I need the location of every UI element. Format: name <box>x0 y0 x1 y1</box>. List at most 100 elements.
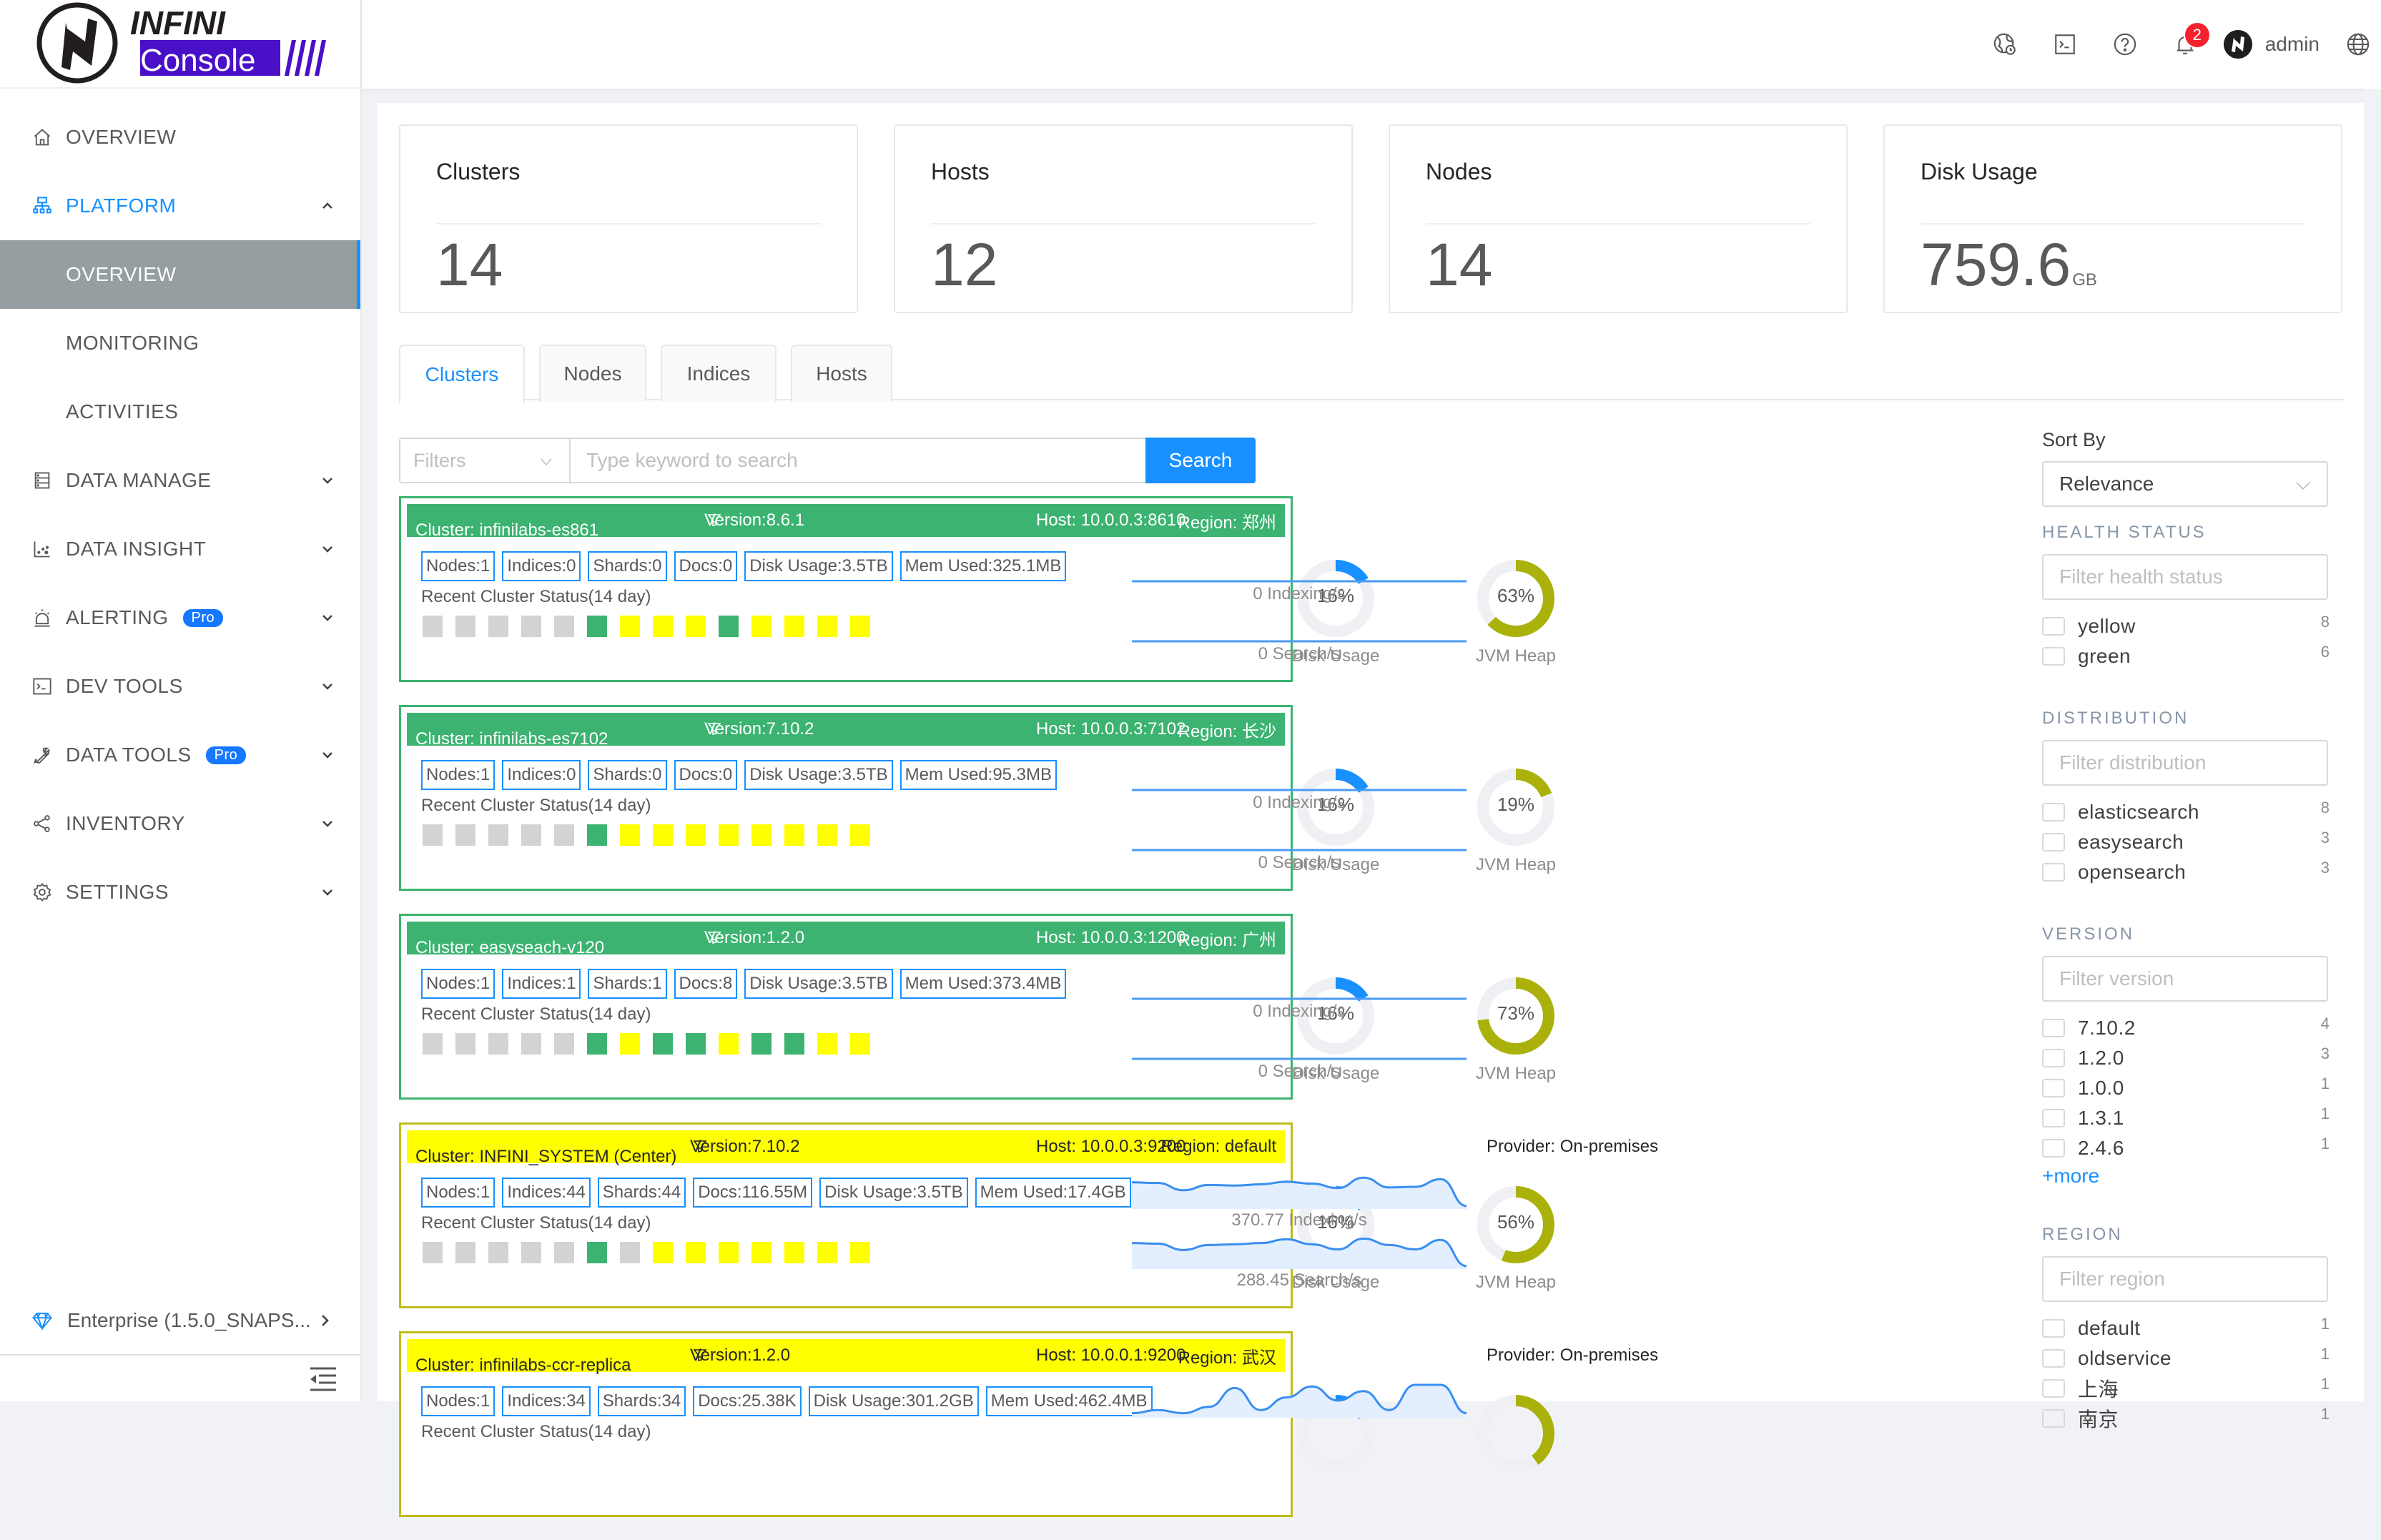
filter-option[interactable]: default 1 <box>2042 1313 2330 1343</box>
status-day-yellow[interactable] <box>751 1242 772 1263</box>
metric-tag[interactable]: Docs:25.38K <box>693 1386 802 1416</box>
status-day-yellow[interactable] <box>850 824 870 846</box>
checkbox[interactable] <box>2042 1079 2065 1097</box>
checkbox[interactable] <box>2042 1319 2065 1338</box>
app-logo[interactable]: INFINI Console <box>0 0 362 89</box>
cluster-card[interactable]: Cluster: easyseach-v120 Version:1.2.0 Ho… <box>399 914 1658 1100</box>
status-day-gray[interactable] <box>455 1242 475 1263</box>
collapse-sidebar-icon[interactable] <box>309 1367 337 1391</box>
checkbox[interactable] <box>2042 863 2065 882</box>
metric-tag[interactable]: Mem Used:325.1MB <box>899 551 1067 581</box>
status-day-yellow[interactable] <box>719 1242 739 1263</box>
status-day-yellow[interactable] <box>719 1033 739 1055</box>
sidebar-item-settings[interactable]: SETTINGS <box>0 858 360 927</box>
sidebar-item-data-manage[interactable]: DATA MANAGE <box>0 446 360 515</box>
help-button[interactable] <box>2095 23 2155 66</box>
status-day-yellow[interactable] <box>653 824 673 846</box>
metric-tag[interactable]: Mem Used:373.4MB <box>899 969 1067 999</box>
status-day-green[interactable] <box>587 824 607 846</box>
show-more-link[interactable]: +more <box>2042 1165 2330 1188</box>
metric-tag[interactable]: Shards:34 <box>597 1386 686 1416</box>
metric-tag[interactable]: Nodes:1 <box>421 760 496 790</box>
status-day-gray[interactable] <box>423 824 443 846</box>
cluster-card[interactable]: Cluster: infinilabs-es861 Version:8.6.1 … <box>399 496 1658 682</box>
metric-tag[interactable]: Docs:0 <box>674 551 738 581</box>
metric-tag[interactable]: Disk Usage:301.2GB <box>808 1386 979 1416</box>
status-day-yellow[interactable] <box>817 1033 837 1055</box>
language-button[interactable] <box>2335 23 2381 66</box>
metric-tag[interactable]: Indices:0 <box>502 760 581 790</box>
filter-option[interactable]: 上海 1 <box>2042 1373 2330 1403</box>
checkbox[interactable] <box>2042 1019 2065 1037</box>
status-day-gray[interactable] <box>521 1242 541 1263</box>
tab-indices[interactable]: Indices <box>661 345 777 402</box>
license-info[interactable]: Enterprise (1.5.0_SNAPS... <box>0 1287 360 1356</box>
status-day-yellow[interactable] <box>784 1242 804 1263</box>
cluster-card[interactable]: Cluster: infinilabs-es7102 Version:7.10.… <box>399 705 1658 891</box>
metric-tag[interactable]: Indices:0 <box>502 551 581 581</box>
status-day-gray[interactable] <box>620 1242 640 1263</box>
checkbox[interactable] <box>2042 1049 2065 1067</box>
metric-tag[interactable]: Shards:0 <box>588 760 667 790</box>
search-input[interactable] <box>569 438 1145 483</box>
sidebar-item-platform[interactable]: PLATFORM <box>0 172 360 240</box>
checkbox[interactable] <box>2042 1409 2065 1428</box>
status-day-yellow[interactable] <box>850 1242 870 1263</box>
metric-tag[interactable]: Nodes:1 <box>421 551 496 581</box>
checkbox[interactable] <box>2042 833 2065 852</box>
sidebar-item-monitoring[interactable]: MONITORING <box>0 309 360 377</box>
tab-nodes[interactable]: Nodes <box>539 345 646 402</box>
metric-tag[interactable]: Indices:1 <box>502 969 581 999</box>
filter-option[interactable]: yellow 8 <box>2042 611 2330 641</box>
status-day-gray[interactable] <box>554 1242 574 1263</box>
status-day-gray[interactable] <box>488 1242 508 1263</box>
status-day-yellow[interactable] <box>620 1033 640 1055</box>
metric-tag[interactable]: Indices:44 <box>502 1178 591 1208</box>
filter-option[interactable]: oldservice 1 <box>2042 1343 2330 1373</box>
sort-by-select[interactable]: Relevance <box>2042 461 2328 507</box>
filter-option[interactable]: 7.10.2 4 <box>2042 1013 2330 1043</box>
filter-option[interactable]: 1.3.1 1 <box>2042 1103 2330 1133</box>
filter-region-input[interactable] <box>2042 1256 2328 1302</box>
checkbox[interactable] <box>2042 1139 2065 1158</box>
filter-option[interactable]: opensearch 3 <box>2042 857 2330 887</box>
status-day-green[interactable] <box>587 1033 607 1055</box>
tab-hosts[interactable]: Hosts <box>791 345 892 402</box>
metric-tag[interactable]: Docs:8 <box>674 969 738 999</box>
metric-tag[interactable]: Shards:44 <box>597 1178 686 1208</box>
metric-tag[interactable]: Disk Usage:3.5TB <box>744 760 893 790</box>
metric-tag[interactable]: Mem Used:95.3MB <box>899 760 1058 790</box>
metric-tag[interactable]: Nodes:1 <box>421 1178 496 1208</box>
filter-version-input[interactable] <box>2042 956 2328 1002</box>
sidebar-item-activities[interactable]: ACTIVITIES <box>0 377 360 446</box>
metric-tag[interactable]: Nodes:1 <box>421 969 496 999</box>
status-day-gray[interactable] <box>521 616 541 637</box>
sidebar-item-platform-overview[interactable]: OVERVIEW <box>0 240 360 309</box>
metric-tag[interactable]: Disk Usage:3.5TB <box>744 969 893 999</box>
filter-option[interactable]: 1.2.0 3 <box>2042 1043 2330 1073</box>
status-day-yellow[interactable] <box>686 1242 706 1263</box>
status-day-gray[interactable] <box>521 824 541 846</box>
cluster-card[interactable]: Cluster: INFINI_SYSTEM (Center) Version:… <box>399 1122 1658 1308</box>
metric-tag[interactable]: Shards:1 <box>588 969 667 999</box>
status-day-gray[interactable] <box>554 1033 574 1055</box>
sidebar-item-alerting[interactable]: ALERTING Pro <box>0 583 360 652</box>
status-day-yellow[interactable] <box>653 1242 673 1263</box>
status-day-gray[interactable] <box>423 1242 443 1263</box>
status-day-yellow[interactable] <box>817 824 837 846</box>
filter-health-status-input[interactable] <box>2042 554 2328 600</box>
user-menu[interactable]: admin <box>2215 23 2335 66</box>
sidebar-item-inventory[interactable]: INVENTORY <box>0 789 360 858</box>
cluster-card[interactable]: Cluster: infinilabs-ccr-replica Version:… <box>399 1331 1658 1517</box>
status-day-gray[interactable] <box>455 616 475 637</box>
filter-option[interactable]: 南京 1 <box>2042 1403 2330 1433</box>
status-day-green[interactable] <box>784 1033 804 1055</box>
page-scrollbar[interactable] <box>2364 89 2381 1401</box>
sidebar-item-data-insight[interactable]: DATA INSIGHT <box>0 515 360 583</box>
status-day-yellow[interactable] <box>817 1242 837 1263</box>
filter-distribution-input[interactable] <box>2042 740 2328 786</box>
metric-tag[interactable]: Docs:0 <box>674 760 738 790</box>
status-day-gray[interactable] <box>455 1033 475 1055</box>
status-day-gray[interactable] <box>554 616 574 637</box>
status-day-green[interactable] <box>719 616 739 637</box>
